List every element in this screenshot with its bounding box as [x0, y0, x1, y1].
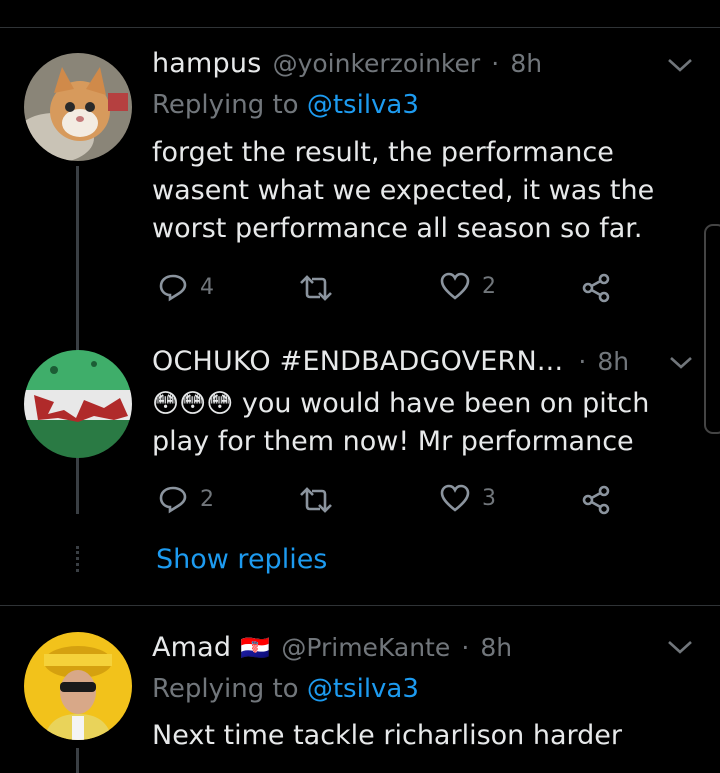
like-button[interactable]: 3: [440, 484, 496, 512]
reply-icon: [159, 486, 187, 514]
retweet-icon: [300, 275, 332, 301]
replying-to-link[interactable]: @tsilva3: [307, 90, 419, 120]
like-button[interactable]: 2: [440, 272, 496, 300]
user-handle[interactable]: @yoinkerzoinker: [273, 49, 481, 78]
separator-dot: ·: [461, 633, 470, 662]
tweet-text: Next time tackle richarlison harder: [152, 717, 622, 755]
show-replies-link[interactable]: Show replies: [156, 544, 327, 575]
chevron-down-icon[interactable]: [666, 56, 694, 78]
tweet-header: OCHUKO #ENDBADGOVERN... · 8h: [152, 346, 629, 377]
thread-line: [76, 748, 79, 773]
timestamp[interactable]: 8h: [597, 347, 629, 376]
croatia-flag-emoji: 🇭🇷: [240, 634, 271, 662]
flushed-emoji: 😳😳😳: [152, 389, 234, 419]
share-button[interactable]: [580, 272, 612, 304]
retweet-button[interactable]: [298, 486, 334, 514]
reply-button[interactable]: 2: [158, 484, 214, 514]
display-name[interactable]: Amad: [152, 632, 231, 663]
user-handle[interactable]: @PrimeKante: [281, 633, 450, 662]
chevron-down-icon[interactable]: [666, 638, 694, 660]
flag-avatar-image: [24, 350, 132, 458]
tweet-header: Amad 🇭🇷 @PrimeKante · 8h: [152, 632, 512, 663]
like-count: 2: [482, 273, 496, 299]
thread-line: [76, 166, 79, 514]
thread-divider: [0, 605, 720, 606]
tweet-text-line: wasent what we expected, it was the: [152, 175, 655, 206]
heart-icon: [440, 484, 470, 512]
avatar[interactable]: [24, 632, 132, 740]
scroll-edge-indicator[interactable]: [704, 224, 720, 434]
display-name[interactable]: hampus: [152, 48, 261, 79]
retweet-button[interactable]: [298, 274, 334, 302]
reply-count: 4: [200, 274, 214, 300]
tweet-text: 😳😳😳 you would have been on pitch play fo…: [152, 385, 649, 461]
tweet-header: hampus @yoinkerzoinker · 8h: [152, 48, 542, 79]
top-divider: [0, 27, 720, 28]
chevron-down-icon[interactable]: [668, 355, 694, 375]
display-name[interactable]: OCHUKO #ENDBADGOVERN...: [152, 346, 563, 377]
replying-to: Replying to @tsilva3: [152, 674, 419, 704]
share-button[interactable]: [580, 484, 612, 516]
timestamp[interactable]: 8h: [480, 633, 512, 662]
tweet-text-line: Next time tackle richarlison harder: [152, 720, 622, 751]
tweet-text: forget the result, the performance wasen…: [152, 134, 654, 248]
like-count: 3: [482, 485, 496, 511]
tweet-text-line: worst performance all season so far.: [152, 213, 643, 244]
retweet-icon: [300, 487, 332, 513]
replying-to-label: Replying to: [152, 90, 299, 120]
avatar[interactable]: [24, 350, 132, 458]
avatar[interactable]: [24, 53, 132, 161]
reply-icon: [159, 274, 187, 302]
separator-dot: ·: [578, 347, 587, 376]
share-icon: [582, 273, 610, 303]
share-icon: [582, 485, 610, 515]
timestamp[interactable]: 8h: [510, 49, 542, 78]
person-avatar-image: [24, 632, 132, 740]
reply-count: 2: [200, 486, 214, 512]
tweet-text-line: forget the result, the performance: [152, 137, 614, 168]
thread-line-dotted: [76, 546, 79, 572]
cat-avatar-image: [24, 53, 132, 161]
tweet-text-line: play for them now! Mr performance: [152, 426, 634, 457]
reply-button[interactable]: 4: [158, 272, 214, 302]
replying-to-label: Replying to: [152, 674, 299, 704]
heart-icon: [440, 272, 470, 300]
separator-dot: ·: [491, 49, 500, 78]
tweet-text-line: 😳😳😳 you would have been on pitch: [152, 388, 650, 419]
replying-to: Replying to @tsilva3: [152, 90, 419, 120]
replying-to-link[interactable]: @tsilva3: [307, 674, 419, 704]
